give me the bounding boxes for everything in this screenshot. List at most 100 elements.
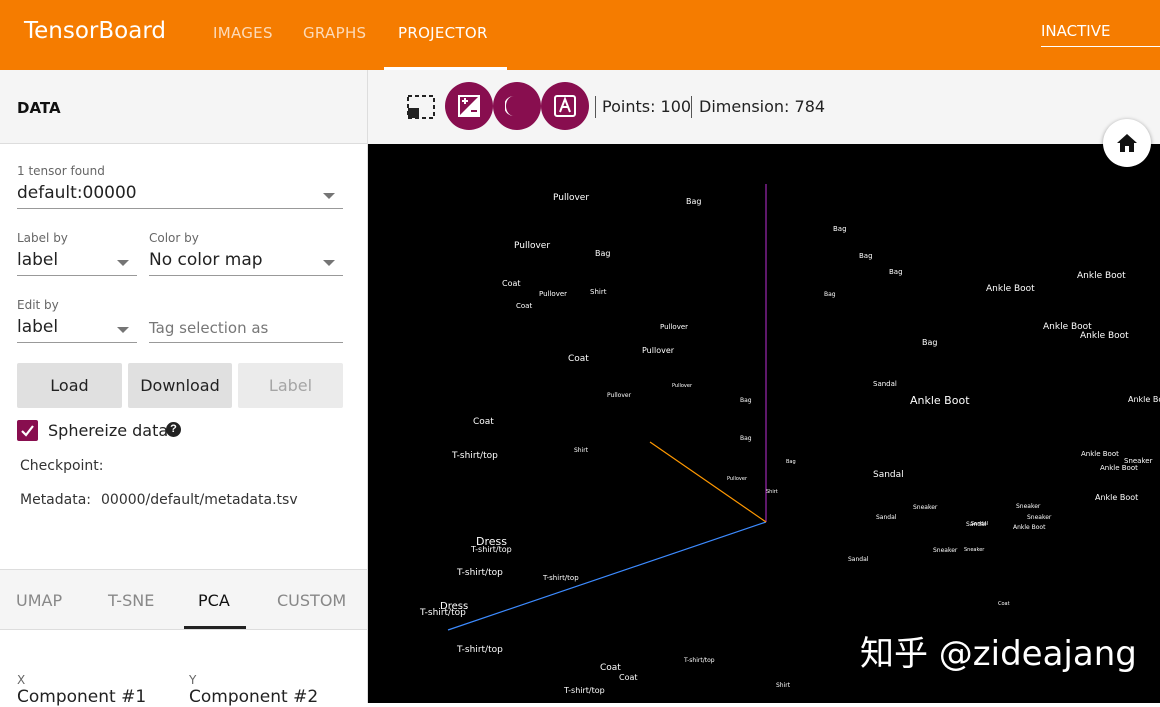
- scatter-point-label[interactable]: Ankle Boot: [1095, 493, 1138, 502]
- tab-tsne[interactable]: T-SNE: [108, 591, 154, 610]
- toolbar-divider: [691, 96, 692, 118]
- reset-view-button[interactable]: [1103, 119, 1151, 167]
- data-panel: DATA 1 tensor found default:00000 Label …: [0, 70, 368, 707]
- color-by-select[interactable]: No color map: [149, 248, 343, 276]
- scatter-point-label[interactable]: Bag: [786, 459, 796, 465]
- data-panel-header: DATA: [0, 70, 367, 144]
- scatter-point-label[interactable]: Pullover: [727, 476, 748, 482]
- edit-by-value: label: [17, 317, 59, 337]
- brightness-icon: [458, 95, 480, 117]
- tensor-select[interactable]: default:00000: [17, 181, 343, 209]
- scatter-point-label[interactable]: Ankle Boot: [1100, 464, 1138, 472]
- scatter-point-label[interactable]: T-shirt/top: [419, 608, 466, 618]
- projection-canvas[interactable]: Pullover Bag Bag Pullover Bag Bag Bag Ankle Boo…: [368, 144, 1160, 703]
- label-by-label: Label by: [17, 231, 68, 245]
- scatter-point-label[interactable]: Pullover: [642, 346, 675, 355]
- scatter-point-label[interactable]: Bag: [740, 397, 752, 404]
- scatter-point-label[interactable]: Pullover: [539, 290, 567, 298]
- scatter-point-label[interactable]: Bag: [740, 435, 752, 442]
- scatter-point-label[interactable]: T-shirt/top: [470, 545, 512, 554]
- pca-x-select[interactable]: Component #1: [17, 687, 167, 707]
- scatter-point-label[interactable]: Sneaker: [913, 504, 938, 511]
- edit-by-select[interactable]: label: [17, 315, 137, 343]
- scatter-point-label[interactable]: Shirt: [574, 447, 589, 454]
- scatter-point-label[interactable]: Ankle Boot: [1077, 271, 1126, 281]
- scatter-point-label[interactable]: Sneaker: [964, 547, 985, 553]
- tab-graphs[interactable]: GRAPHS: [303, 24, 366, 42]
- scatter-point-label[interactable]: Sneaker: [933, 547, 958, 554]
- scatter-point-label[interactable]: Shirt: [776, 682, 791, 689]
- scatter-point-label[interactable]: Ankle Boot: [1013, 524, 1046, 531]
- sphereize-checkbox[interactable]: [17, 420, 38, 441]
- help-icon[interactable]: ?: [166, 422, 181, 437]
- tab-images[interactable]: IMAGES: [213, 24, 273, 42]
- scatter-point-label[interactable]: Ankle Boot: [1080, 331, 1129, 341]
- points-count: Points: 100: [602, 97, 692, 116]
- scatter-point-label[interactable]: Ankle Boot: [1081, 450, 1119, 458]
- scatter-point-label[interactable]: T-shirt/top: [456, 645, 503, 655]
- scatter-point-label[interactable]: Pullover: [607, 392, 632, 399]
- metadata-value: 00000/default/metadata.tsv: [101, 492, 298, 508]
- select-rectangle-icon[interactable]: [407, 95, 435, 124]
- chevron-down-icon: [117, 260, 129, 266]
- scatter-point-label[interactable]: Pullover: [514, 241, 550, 251]
- label-mode-button[interactable]: [541, 82, 589, 130]
- scatter-point-label[interactable]: Shirt: [766, 489, 778, 495]
- scatter-point-label[interactable]: Ankle Boot: [910, 394, 970, 407]
- scatter-point-label[interactable]: Bag: [922, 338, 937, 347]
- scatter-plot[interactable]: Pullover Bag Bag Pullover Bag Bag Bag Ankle Boo…: [368, 144, 1160, 703]
- download-button[interactable]: Download: [128, 363, 232, 408]
- label-button[interactable]: Label: [238, 363, 343, 408]
- color-by-value: No color map: [149, 250, 263, 270]
- scatter-point-label[interactable]: Sneaker: [1016, 503, 1041, 510]
- tab-pca[interactable]: PCA: [198, 591, 230, 610]
- label-by-select[interactable]: label: [17, 248, 137, 276]
- brightness-button[interactable]: [445, 82, 493, 130]
- scatter-point-label[interactable]: Bag: [833, 225, 847, 233]
- night-mode-button[interactable]: [493, 82, 541, 130]
- scatter-point-label[interactable]: Sandal: [848, 556, 869, 563]
- data-panel-title: DATA: [17, 99, 61, 117]
- scatter-point-label[interactable]: Ankle Boot: [986, 284, 1035, 294]
- tab-umap[interactable]: UMAP: [16, 591, 62, 610]
- scatter-point-label[interactable]: Bag: [824, 291, 836, 298]
- scatter-point-label[interactable]: Coat: [998, 601, 1010, 607]
- scatter-point-label[interactable]: Pullover: [672, 383, 693, 389]
- tag-selection-placeholder: Tag selection as: [149, 319, 269, 337]
- scatter-point-label[interactable]: Bag: [859, 252, 873, 260]
- scatter-point-label[interactable]: Bag: [686, 197, 701, 206]
- scatter-point-label[interactable]: T-shirt/top: [456, 568, 503, 578]
- scatter-point-label[interactable]: Pullover: [660, 323, 688, 331]
- scatter-point-label[interactable]: Ankle Boot: [1128, 395, 1160, 404]
- tag-selection-input[interactable]: Tag selection as: [149, 315, 343, 343]
- scatter-point-label[interactable]: Coat: [568, 354, 589, 364]
- color-by-label: Color by: [149, 231, 199, 245]
- scatter-point-label[interactable]: Bag: [889, 268, 903, 276]
- scatter-point-label[interactable]: Coat: [502, 279, 521, 288]
- scatter-point-label[interactable]: T-shirt/top: [542, 574, 579, 582]
- pca-y-select[interactable]: Component #2: [189, 687, 339, 707]
- scatter-point-label[interactable]: Sandal: [966, 521, 987, 528]
- load-button[interactable]: Load: [17, 363, 122, 408]
- scatter-point-label[interactable]: Coat: [619, 673, 638, 682]
- tab-custom[interactable]: CUSTOM: [277, 591, 346, 610]
- scatter-point-label[interactable]: Sandal: [873, 470, 904, 480]
- tab-projector[interactable]: PROJECTOR: [398, 24, 488, 42]
- scatter-point-label[interactable]: Sneaker: [1027, 514, 1052, 521]
- scatter-point-label[interactable]: Coat: [516, 302, 532, 310]
- tensor-select-value: default:00000: [17, 183, 137, 203]
- inactive-plugins-dropdown[interactable]: INACTIVE: [1041, 22, 1110, 40]
- scatter-point-label[interactable]: Shirt: [590, 288, 607, 296]
- scatter-point-label[interactable]: T-shirt/top: [683, 657, 715, 664]
- scatter-point-label[interactable]: T-shirt/top: [451, 451, 498, 461]
- home-icon: [1117, 134, 1137, 152]
- edit-by-label: Edit by: [17, 298, 59, 312]
- scatter-point-label[interactable]: Bag: [595, 249, 610, 258]
- chevron-down-icon: [323, 260, 335, 266]
- scatter-point-label[interactable]: T-shirt/top: [563, 686, 605, 695]
- scatter-point-label[interactable]: Sandal: [873, 380, 897, 388]
- scatter-point-label[interactable]: Coat: [473, 417, 494, 427]
- scatter-point-label[interactable]: Coat: [600, 663, 621, 673]
- scatter-point-label[interactable]: Sandal: [876, 514, 897, 521]
- scatter-point-label[interactable]: Pullover: [553, 193, 589, 203]
